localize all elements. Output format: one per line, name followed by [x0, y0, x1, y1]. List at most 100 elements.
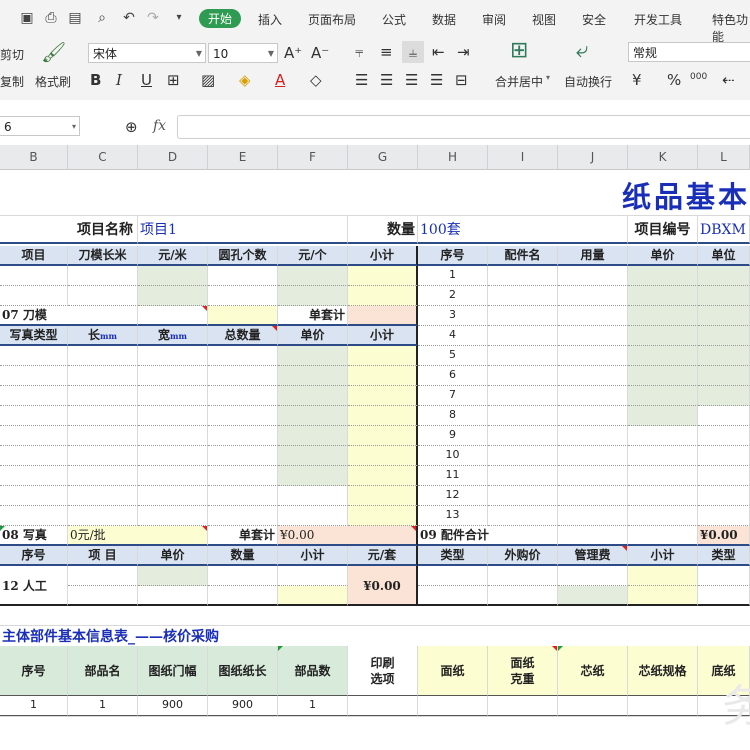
cell[interactable]: [278, 506, 348, 526]
column-header[interactable]: L: [698, 145, 750, 169]
justify-icon[interactable]: ☰: [430, 71, 443, 89]
part-number-cell[interactable]: 2: [418, 286, 488, 306]
cell[interactable]: [698, 386, 750, 406]
table2-header-cell[interactable]: 图纸纸长: [208, 646, 278, 696]
cell[interactable]: [558, 306, 628, 326]
cell[interactable]: [138, 266, 208, 286]
cell[interactable]: [628, 466, 698, 486]
cell[interactable]: [208, 406, 278, 426]
cell[interactable]: [698, 406, 750, 426]
table2-cell[interactable]: [348, 696, 418, 716]
part-number-cell[interactable]: 4: [418, 326, 488, 346]
cell[interactable]: [138, 346, 208, 366]
format-painter-button[interactable]: 格式刷: [35, 73, 71, 90]
table-header-cell[interactable]: 类型: [418, 546, 488, 566]
cell[interactable]: [278, 366, 348, 386]
decrease-font-icon[interactable]: A⁻: [311, 44, 329, 62]
table2-cell[interactable]: 1: [0, 696, 68, 716]
wrap-text-button[interactable]: 自动换行: [564, 73, 612, 90]
percent-icon[interactable]: %: [667, 71, 681, 89]
cell[interactable]: [628, 426, 698, 446]
zoom-icon[interactable]: ⊕: [125, 118, 138, 136]
die-unit-total-value[interactable]: [348, 306, 418, 326]
cell[interactable]: [0, 406, 68, 426]
table-header-cell[interactable]: 元/米: [138, 246, 208, 266]
cell[interactable]: [208, 566, 278, 586]
align-right-icon[interactable]: ☰: [405, 71, 418, 89]
cell[interactable]: [0, 446, 68, 466]
part-number-cell[interactable]: 1: [418, 266, 488, 286]
cell[interactable]: [138, 506, 208, 526]
cell[interactable]: [628, 386, 698, 406]
cell[interactable]: [488, 466, 558, 486]
column-header[interactable]: K: [628, 145, 698, 169]
column-header[interactable]: B: [0, 145, 68, 169]
photo-batch-value[interactable]: 0元/批: [68, 526, 208, 546]
increase-font-icon[interactable]: A⁺: [284, 44, 302, 62]
tab-formulas[interactable]: 公式: [382, 11, 406, 28]
cell[interactable]: [68, 446, 138, 466]
table-header-cell[interactable]: 小计: [278, 546, 348, 566]
cell[interactable]: [138, 426, 208, 446]
cell[interactable]: [278, 386, 348, 406]
cell[interactable]: [558, 326, 628, 346]
merge-center-icon[interactable]: ⊞: [510, 40, 528, 62]
tab-data[interactable]: 数据: [432, 11, 456, 28]
cell[interactable]: [208, 346, 278, 366]
cell[interactable]: [348, 366, 418, 386]
cell[interactable]: [138, 446, 208, 466]
part-number-cell[interactable]: 13: [418, 506, 488, 526]
cell[interactable]: [208, 446, 278, 466]
cell[interactable]: [558, 286, 628, 306]
tab-review[interactable]: 审阅: [482, 11, 506, 28]
cell[interactable]: [278, 486, 348, 506]
cell[interactable]: [628, 566, 698, 586]
table-header-cell[interactable]: 序号: [0, 546, 68, 566]
cell[interactable]: [558, 566, 628, 586]
redo-icon[interactable]: ↷: [144, 9, 162, 27]
part-number-cell[interactable]: 8: [418, 406, 488, 426]
table-header-cell[interactable]: 单位: [698, 246, 750, 266]
table-header-cell[interactable]: 用量: [558, 246, 628, 266]
table-header-cell[interactable]: 项 目: [68, 546, 138, 566]
table2-cell[interactable]: 900: [138, 696, 208, 716]
table-header-cell[interactable]: 刀模长米: [68, 246, 138, 266]
cell[interactable]: [68, 366, 138, 386]
cell[interactable]: [278, 586, 348, 606]
cell[interactable]: [558, 406, 628, 426]
cell[interactable]: [68, 586, 138, 606]
cell[interactable]: [68, 406, 138, 426]
column-header[interactable]: C: [68, 145, 138, 169]
export-icon[interactable]: ▤: [66, 9, 84, 27]
cell[interactable]: [348, 426, 418, 446]
blank-row[interactable]: [0, 716, 750, 750]
cell[interactable]: [348, 466, 418, 486]
cell[interactable]: [208, 506, 278, 526]
cell[interactable]: [488, 266, 558, 286]
cell[interactable]: [278, 566, 348, 586]
table2-cell[interactable]: [488, 696, 558, 716]
cell[interactable]: [628, 586, 698, 606]
table-header-cell[interactable]: 外购价: [488, 546, 558, 566]
cell[interactable]: [208, 586, 278, 606]
cell[interactable]: [208, 466, 278, 486]
table-header-cell[interactable]: 单价: [628, 246, 698, 266]
column-header[interactable]: I: [488, 145, 558, 169]
table-header-cell[interactable]: 长mm: [68, 326, 138, 346]
column-header[interactable]: J: [558, 145, 628, 169]
table-header-cell[interactable]: 序号: [418, 246, 488, 266]
spreadsheet-grid[interactable]: 纸品基本 项目名称 项目1 数量 100套 项目编号 DBXM 项目 刀模长米 …: [0, 170, 750, 750]
cell[interactable]: [208, 366, 278, 386]
cell[interactable]: [628, 326, 698, 346]
cell[interactable]: [698, 306, 750, 326]
print-preview-icon[interactable]: ⌕: [93, 9, 111, 27]
cell[interactable]: [628, 306, 698, 326]
tab-view[interactable]: 视图: [532, 11, 556, 28]
cell[interactable]: [698, 486, 750, 506]
cell[interactable]: [558, 426, 628, 446]
thousands-icon[interactable]: 000: [690, 68, 707, 86]
cell[interactable]: [488, 586, 558, 606]
cell[interactable]: [558, 346, 628, 366]
cell[interactable]: [418, 566, 488, 586]
fill-style-icon[interactable]: ▨: [201, 71, 215, 89]
